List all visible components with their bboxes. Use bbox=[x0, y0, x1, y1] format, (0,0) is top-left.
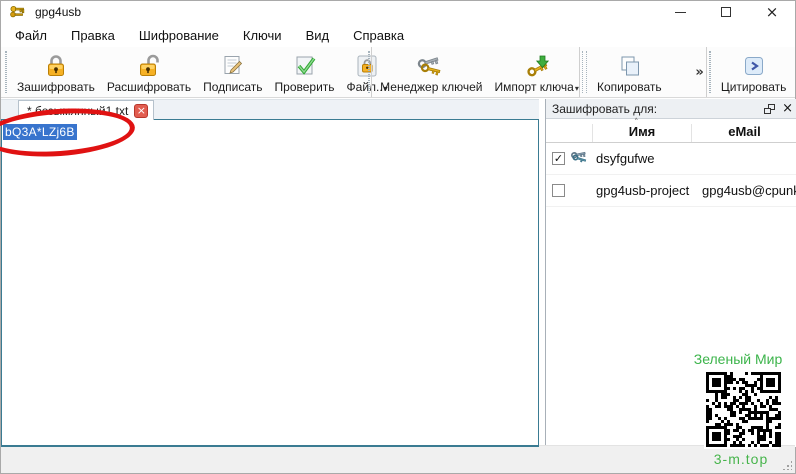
verify-label-text: Проверить bbox=[275, 80, 335, 94]
toolbar-drag-handle[interactable] bbox=[368, 51, 370, 93]
quote-icon bbox=[741, 51, 767, 80]
decrypt-label: Расшифровать bbox=[107, 80, 191, 94]
app-keys-icon bbox=[9, 4, 25, 20]
panel-header: Зашифровать для: × bbox=[546, 99, 796, 119]
key-email: gpg4usb@cpunk.... bbox=[692, 183, 796, 198]
key-manager-label: Менеджер ключей bbox=[380, 80, 482, 94]
column-icon[interactable] bbox=[570, 139, 592, 142]
copy-button[interactable]: Копировать bbox=[592, 49, 667, 95]
lock-closed-icon bbox=[43, 51, 69, 80]
toolbar-drag-handle[interactable] bbox=[709, 51, 711, 93]
close-button[interactable]: × bbox=[749, 1, 795, 23]
encrypt-label: Зашифровать bbox=[17, 80, 95, 94]
column-name[interactable]: Имя bbox=[592, 124, 692, 142]
decrypt-button[interactable]: Расшифровать bbox=[102, 49, 196, 95]
app-window: gpg4usb × Файл Правка Шифрование Ключи В… bbox=[0, 0, 796, 474]
close-icon: × bbox=[766, 5, 779, 20]
import-key-icon bbox=[523, 51, 551, 80]
menu-item-file[interactable]: Файл bbox=[3, 25, 59, 46]
lock-open-icon bbox=[136, 51, 162, 80]
tab-bar: * безымянный1.txt × bbox=[1, 99, 539, 120]
encrypt-button[interactable]: Зашифровать bbox=[12, 49, 100, 95]
key-table-header: ˄ Имя eMail bbox=[546, 119, 796, 143]
toolbar-group-keys: Менеджер ключей Импорт ключа▾ bbox=[371, 47, 579, 97]
verify-check-icon bbox=[292, 51, 318, 80]
row-checkbox-unchecked[interactable] bbox=[552, 184, 565, 197]
window-title: gpg4usb bbox=[35, 5, 81, 19]
text-editor[interactable]: bQ3A*LZj6B bbox=[1, 119, 539, 447]
toolbar-group-edit: Копировать » bbox=[579, 47, 706, 97]
sign-document-icon bbox=[220, 51, 246, 80]
watermark: Зеленый Мир 3-m.top bbox=[699, 351, 783, 467]
file-crypt-label-wrap: Проверить bbox=[275, 80, 335, 94]
minimize-icon bbox=[675, 12, 686, 13]
menu-item-view[interactable]: Вид bbox=[294, 25, 342, 46]
sign-label: Подписать bbox=[203, 80, 262, 94]
window-titlebar: gpg4usb × bbox=[1, 1, 795, 23]
toolbar-drag-handle[interactable] bbox=[5, 51, 7, 93]
toolbar-overflow-button[interactable]: » bbox=[792, 65, 795, 80]
keys-icon bbox=[416, 51, 446, 80]
sign-button[interactable]: Подписать bbox=[198, 49, 267, 95]
menu-item-encryption[interactable]: Шифрование bbox=[127, 25, 231, 46]
key-row[interactable]: gpg4usb-project gpg4usb@cpunk.... bbox=[546, 175, 796, 207]
key-name: gpg4usb-project bbox=[592, 183, 692, 198]
status-bar bbox=[1, 445, 795, 473]
menu-item-help[interactable]: Справка bbox=[341, 25, 416, 46]
maximize-button[interactable] bbox=[703, 1, 749, 23]
toolbar: Зашифровать Расшифровать bbox=[1, 47, 795, 98]
key-row[interactable]: ✓ dsyfgufwe bbox=[546, 143, 796, 175]
panel-float-button[interactable] bbox=[764, 104, 775, 114]
selected-text[interactable]: bQ3A*LZj6B bbox=[3, 124, 77, 140]
quote-button[interactable]: Цитировать bbox=[716, 49, 792, 95]
menu-item-keys[interactable]: Ключи bbox=[231, 25, 294, 46]
resize-grip[interactable] bbox=[782, 460, 792, 470]
key-manager-button[interactable]: Менеджер ключей bbox=[375, 49, 487, 95]
tab-untitled[interactable]: * безымянный1.txt × bbox=[18, 100, 154, 120]
qr-code bbox=[704, 370, 779, 449]
row-checkbox-checked[interactable]: ✓ bbox=[552, 152, 565, 165]
maximize-icon bbox=[721, 7, 731, 17]
watermark-domain: 3-m.top bbox=[699, 451, 783, 467]
toolbar-group-crypt: Зашифровать Расшифровать bbox=[1, 47, 371, 97]
copy-icon bbox=[616, 51, 642, 80]
tab-label: * безымянный1.txt bbox=[27, 104, 128, 118]
key-name: dsyfgufwe bbox=[592, 151, 692, 166]
import-key-label: Импорт ключа bbox=[494, 80, 573, 94]
toolbar-drag-handle[interactable] bbox=[582, 51, 587, 93]
minimize-button[interactable] bbox=[657, 1, 703, 23]
sort-indicator-icon: ˄ bbox=[634, 118, 639, 128]
verify-button[interactable]: Проверить bbox=[270, 49, 340, 95]
key-pair-icon bbox=[570, 149, 592, 168]
watermark-title: Зеленый Мир bbox=[693, 351, 783, 367]
column-checkbox[interactable] bbox=[546, 139, 570, 142]
menubar: Файл Правка Шифрование Ключи Вид Справка bbox=[1, 23, 795, 47]
import-key-button[interactable]: Импорт ключа▾ bbox=[489, 49, 583, 95]
quote-label: Цитировать bbox=[721, 80, 787, 94]
column-email[interactable]: eMail bbox=[692, 124, 796, 142]
toolbar-overflow-button[interactable]: » bbox=[693, 65, 705, 80]
panel-title: Зашифровать для: bbox=[552, 102, 657, 116]
tab-close-button[interactable]: × bbox=[134, 104, 148, 118]
panel-close-button[interactable]: × bbox=[782, 102, 793, 115]
menu-item-edit[interactable]: Правка bbox=[59, 25, 127, 46]
copy-label: Копировать bbox=[597, 80, 662, 94]
toolbar-group-quote: Цитировать » bbox=[706, 47, 795, 97]
